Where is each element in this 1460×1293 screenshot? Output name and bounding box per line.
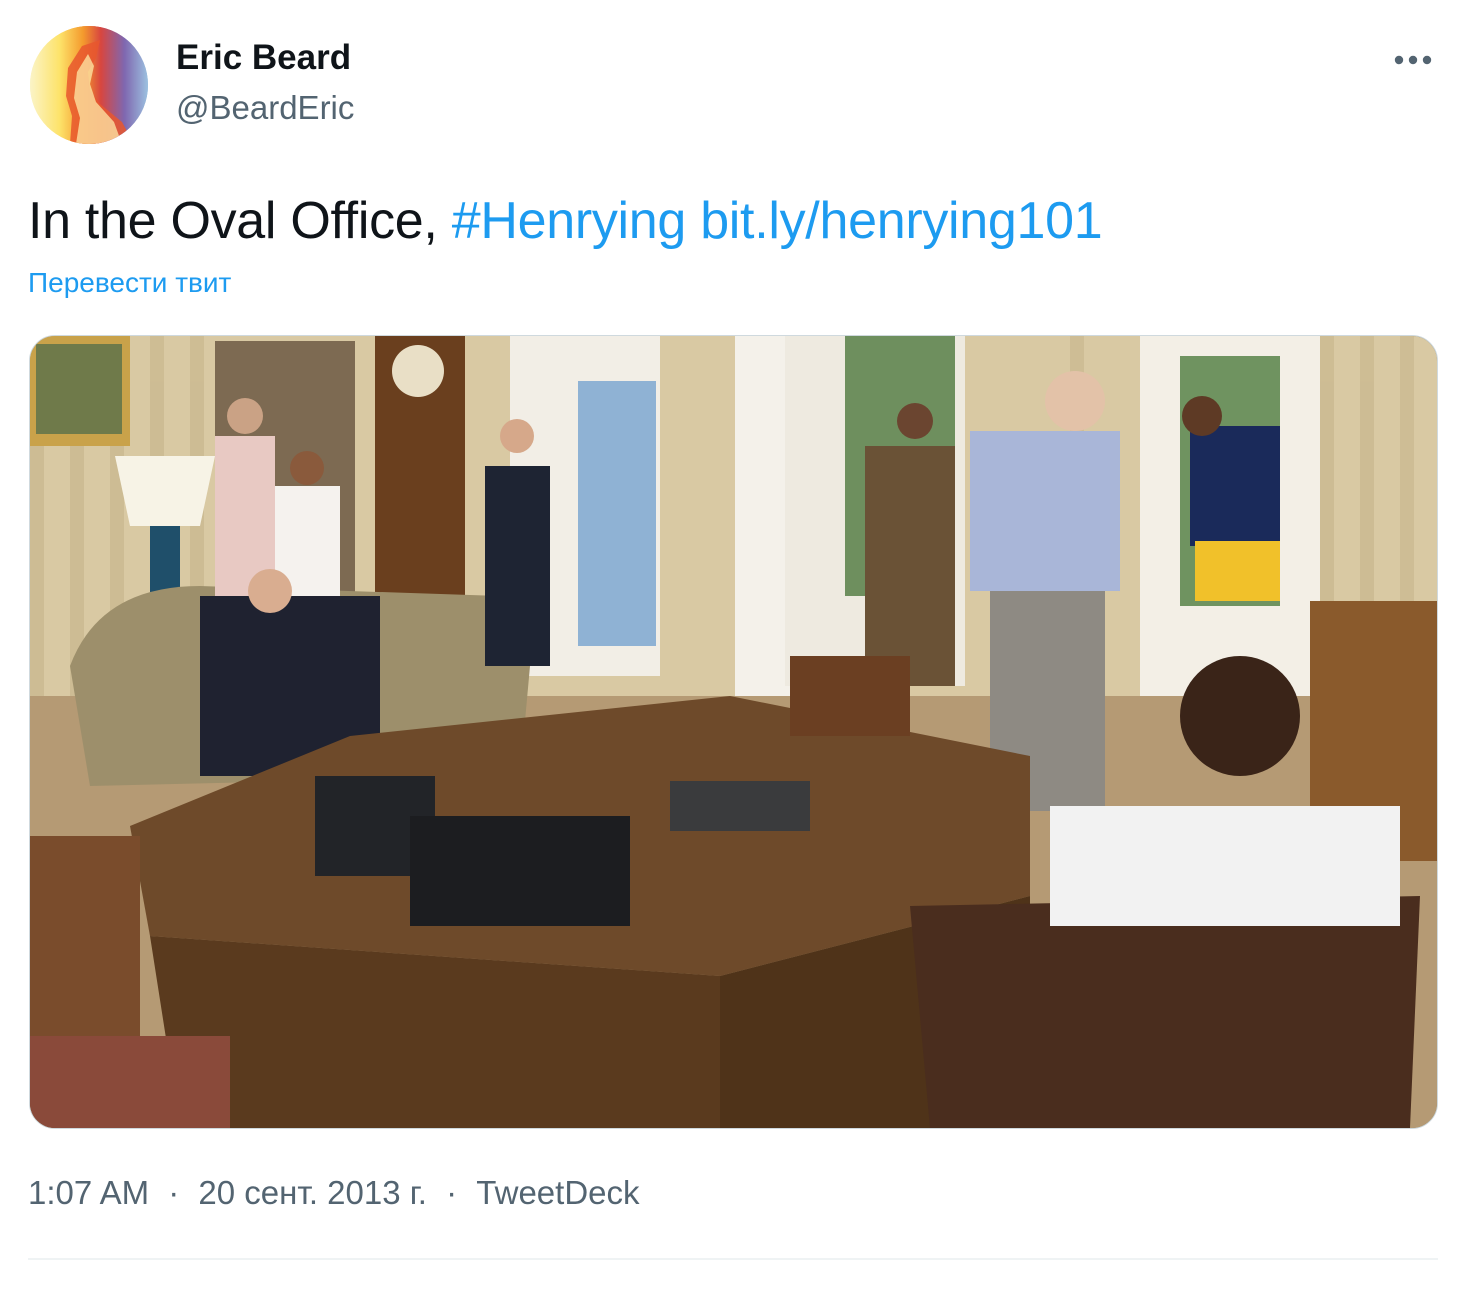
tweet-source[interactable]: TweetDeck	[476, 1174, 639, 1211]
more-dots-icon	[1394, 55, 1432, 65]
tweet-date[interactable]: 20 сент. 2013 г.	[198, 1174, 427, 1211]
author-avatar[interactable]	[30, 26, 148, 144]
meta-separator: ·	[168, 1174, 180, 1211]
photo-image	[30, 336, 1437, 1128]
tweet: Eric Beard @BeardEric In the Oval Office…	[0, 0, 1460, 1293]
tweet-text: In the Oval Office, #Henrying bit.ly/hen…	[28, 190, 1103, 252]
translate-tweet-link[interactable]: Перевести твит	[28, 265, 231, 301]
tweet-body-text: In the Oval Office,	[28, 192, 438, 250]
tweet-time[interactable]: 1:07 AM	[28, 1174, 149, 1211]
meta-separator: ·	[446, 1174, 458, 1211]
tweet-meta: 1:07 AM · 20 сент. 2013 г. · TweetDeck	[28, 1172, 640, 1214]
divider	[28, 1258, 1438, 1260]
tweet-photo[interactable]	[29, 335, 1438, 1129]
more-options-button[interactable]	[1388, 38, 1438, 82]
url-link[interactable]: bit.ly/henrying101	[700, 192, 1103, 250]
author-handle[interactable]: @BeardEric	[176, 88, 354, 128]
author-name[interactable]: Eric Beard	[176, 38, 351, 78]
avatar-silhouette-icon	[30, 26, 148, 144]
hashtag-link[interactable]: #Henrying	[452, 192, 687, 250]
